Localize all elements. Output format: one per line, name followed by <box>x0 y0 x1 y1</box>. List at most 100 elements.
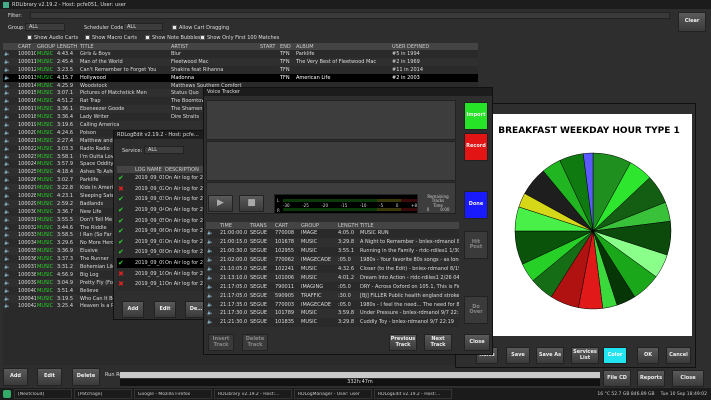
col-user-defined[interactable]: USER DEFINED <box>391 44 451 50</box>
show-macro-label: Show Macro Carts <box>92 35 137 41</box>
log-row[interactable]: ✔2019_09_04On Air log for 2019_09_04 <box>117 205 209 216</box>
show-note-checkbox[interactable] <box>145 35 150 40</box>
cell-group: MUSIC <box>37 256 54 263</box>
col-trans[interactable]: TRANS <box>249 223 274 229</box>
import-button[interactable]: Import <box>464 102 488 130</box>
reports-button[interactable]: Reports <box>637 370 665 387</box>
speaker-icon: 🔈 <box>207 283 214 290</box>
service-select[interactable]: ALL <box>144 146 184 154</box>
taskbar-item[interactable]: Google - Mozilla Firefox <box>134 389 212 399</box>
library-close-button[interactable]: Close <box>672 370 704 387</box>
clear-button[interactable]: Clear <box>678 12 706 32</box>
col-track-length[interactable]: LENGTH <box>337 223 359 229</box>
tracker-close-button[interactable]: Close <box>464 334 490 351</box>
group-select[interactable]: ALL <box>25 23 65 31</box>
track-row[interactable]: 🔈 21:13:10.0 SEGUE 101006 MUSIC 4:01.2 Dream I… <box>206 273 459 283</box>
track-row[interactable]: 🔈 21:00:30.0 SEGUE 102955 MUSIC 3:55.1 Running… <box>206 246 459 256</box>
file-cd-button[interactable]: File CD <box>603 370 631 387</box>
table-row[interactable]: 🔈 100013 MUSIC 4:15.7 Hollywood Madonna TFN Ame… <box>3 73 478 82</box>
add-cart-button[interactable]: Add <box>3 368 28 386</box>
taskbar-item[interactable]: [Nextcloud] <box>14 389 72 399</box>
next-track-button[interactable]: Next Track <box>424 334 452 351</box>
log-row[interactable]: ✖2019_09_11On Air log for 2019_09_11 <box>117 279 209 290</box>
col-cart[interactable]: CART <box>17 44 36 50</box>
scheduler-select[interactable]: ALL <box>123 23 163 31</box>
col-title[interactable]: TITLE <box>79 44 170 50</box>
do-over-button[interactable]: Do Over <box>464 296 488 324</box>
col-group[interactable]: GROUP <box>36 44 56 50</box>
hit-post-button[interactable]: Hit Post <box>464 231 488 259</box>
col-track-title[interactable]: TITLE <box>359 223 459 229</box>
col-start[interactable]: START <box>259 44 279 50</box>
allow-drag-option[interactable]: Allow Cart Dragging <box>172 25 229 31</box>
track-row[interactable]: 🔈 21:17:30.0 SEGUE 101789 MUSIC 3:59.8 Under P… <box>206 309 459 318</box>
track-row[interactable]: 🔈 21:17:05.0 SEGUE 590905 TRAFFIC:30.0 [BJ] F… <box>206 291 459 301</box>
waveform-pane-1[interactable] <box>206 100 456 140</box>
cell-cart: 100015 <box>18 90 36 97</box>
record-button[interactable]: Record <box>464 133 488 161</box>
col-artist[interactable]: ARTIST <box>170 44 259 50</box>
insert-track-button[interactable]: Insert Track <box>208 334 234 351</box>
col-track-cart[interactable]: CART <box>274 223 300 229</box>
color-button[interactable]: Color <box>603 347 627 364</box>
ok-button[interactable]: OK <box>637 347 659 364</box>
stop-button[interactable]: ■ <box>239 195 264 212</box>
col-log-name[interactable]: LOG NAME <box>134 167 164 173</box>
log-row[interactable]: ✔2019_09_09On Air log for 2019_09_09 <box>117 257 209 269</box>
cell-len: 3:19.5 <box>57 295 73 302</box>
show-note-option[interactable]: Show Note Bubbles <box>145 35 201 41</box>
track-row[interactable]: 🔈 21:21:30.0 SEGUE 101835 MUSIC 3:29.8 Cuddly … <box>206 317 459 327</box>
log-row[interactable]: ✔2019_09_08On Air log for 2019_09_08 <box>117 247 209 258</box>
show-audio-checkbox[interactable] <box>27 35 32 40</box>
track-row[interactable]: 🔈 21:10:05.0 SEGUE 102241 MUSIC 4:32.6 Closer … <box>206 264 459 274</box>
cell-cart: 100021 <box>18 137 36 144</box>
log-row[interactable]: ✔2019_09_07On Air log for 2019_09_07 <box>117 237 209 248</box>
table-row[interactable]: 🔈 100010 MUSIC 4:43.4 Girls & Boys Blur TFN Par… <box>3 50 478 58</box>
col-end[interactable]: END <box>279 44 295 50</box>
show-audio-option[interactable]: Show Audio Carts <box>27 35 78 41</box>
edit-cart-button[interactable]: Edit <box>37 368 62 386</box>
delete-track-button[interactable]: Delete Track <box>242 334 268 351</box>
play-button[interactable]: ▶ <box>208 195 233 212</box>
log-row[interactable]: ✔2019_09_06On Air log for 2019_09_06 <box>117 226 209 237</box>
log-row[interactable]: ✖2019_09_10On Air log for 2019_09_10 <box>117 268 209 279</box>
logedit-window: RDLogEdit v2.19.2 - Host: pcfe… Service:… <box>113 130 209 320</box>
track-row[interactable]: 🔈 21:02:00.0 SEGUE 770062 IMAGECADE:05.0 1980… <box>206 255 459 265</box>
show-100-checkbox[interactable] <box>200 35 205 40</box>
col-length[interactable]: LENGTH <box>56 44 79 50</box>
track-row[interactable]: 🔈 21:00:00.0 SEGUE 770008 IMAGE 4:05.0 MUSIC R… <box>206 229 459 238</box>
col-time[interactable]: TIME <box>219 223 249 229</box>
taskbar-item[interactable]: RDLibrary v2.19.2 - Host:... <box>214 389 292 399</box>
allow-drag-checkbox[interactable] <box>172 25 177 30</box>
taskbar-item[interactable]: [Patchage] <box>74 389 132 399</box>
taskbar-item[interactable]: RDLogEdit v2.19.2 - Host:... <box>374 389 452 399</box>
log-row[interactable]: ✔2019_09_01On Air log for 2019_09_01 <box>117 173 209 184</box>
table-row[interactable]: 🔈 100011 MUSIC 2:45.4 Man of the World Fleetw… <box>3 57 478 66</box>
show-100-option[interactable]: Show Only First 100 Matches <box>200 35 279 41</box>
done-button[interactable]: Done <box>464 191 488 219</box>
track-row[interactable]: 🔈 21:17:05.0 SEGUE 790011 IMAGING:05.0 DRY - … <box>206 282 459 292</box>
services-list-button[interactable]: Services List <box>571 347 599 364</box>
col-album[interactable]: ALBUM <box>295 44 391 50</box>
track-row[interactable]: 🔈 21:00:15.0 SEGUE 101678 MUSIC 3:29.8 A Night… <box>206 237 459 247</box>
log-row[interactable]: ✔2019_09_05On Air log for 2019_09_05 <box>117 215 209 226</box>
col-track-group[interactable]: GROUP <box>300 223 337 229</box>
cancel-button[interactable]: Cancel <box>666 347 691 364</box>
save-as-button[interactable]: Save As <box>536 347 564 364</box>
log-add-button[interactable]: Add <box>122 301 144 318</box>
log-row[interactable]: ✖2019_09_02On Air log for 2019_09_02 <box>117 184 209 195</box>
show-macro-checkbox[interactable] <box>85 35 90 40</box>
table-row[interactable]: 🔈 100012 MUSIC 3:23.5 Can't Remember to Forg… <box>3 65 478 74</box>
log-row[interactable]: ✔2019_09_03On Air log for 2019_09_03 <box>117 194 209 205</box>
save-button[interactable]: Save <box>506 347 530 364</box>
track-row[interactable]: 🔈 21:17:35.0 SEGUE 770003 IMAGECADE:05.0 1980… <box>206 300 459 310</box>
filter-input[interactable] <box>30 12 670 19</box>
previous-track-button[interactable]: Previous Track <box>389 334 417 351</box>
log-edit-button[interactable]: Edit <box>154 301 176 318</box>
waveform-pane-2[interactable] <box>206 141 456 181</box>
delete-cart-button[interactable]: Delete <box>72 368 100 386</box>
track-group: IMAGECADE <box>301 257 332 264</box>
taskbar-item[interactable]: RDLogManager - User: user <box>294 389 372 399</box>
show-macro-option[interactable]: Show Macro Carts <box>85 35 137 41</box>
start-menu-icon[interactable] <box>3 390 11 398</box>
